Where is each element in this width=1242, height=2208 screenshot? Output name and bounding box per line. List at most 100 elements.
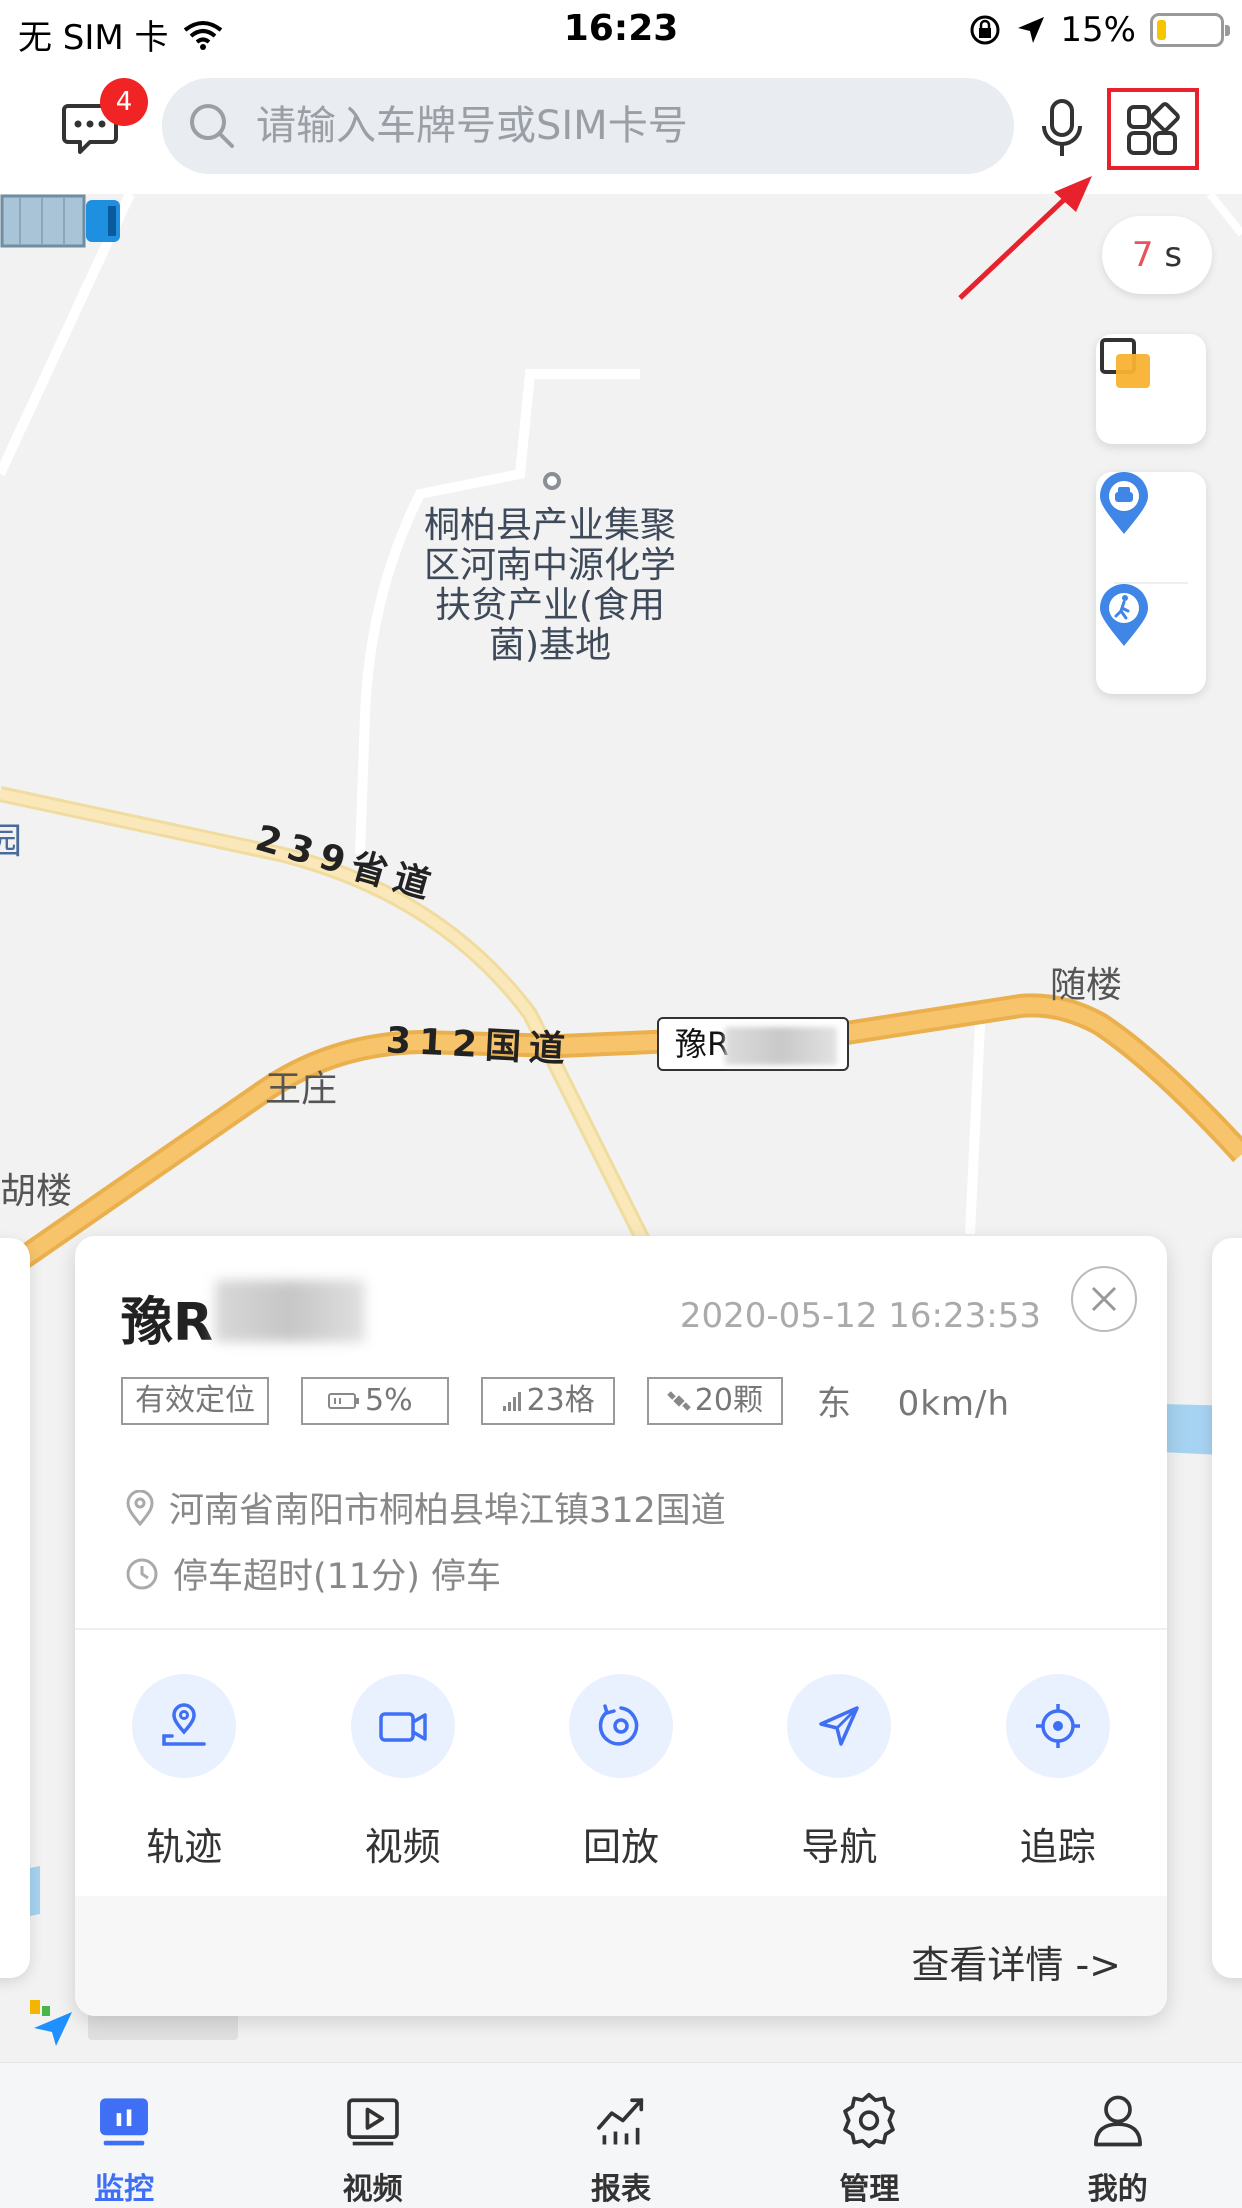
parking-status-row: 停车超时(11分) 停车	[125, 1548, 501, 1599]
search-icon	[190, 104, 234, 148]
place-label-wangzhuang: 王庄	[265, 1069, 338, 1110]
annotation-arrow	[958, 176, 1092, 300]
signal-bars-icon	[502, 1391, 521, 1411]
layers-icon	[1100, 338, 1150, 388]
tab-monitor[interactable]: 监控	[0, 2063, 248, 2208]
tab-video-label: 视频	[342, 2172, 403, 2207]
tab-manage-label: 管理	[839, 2172, 900, 2207]
clock-icon	[126, 1558, 158, 1589]
microphone-icon	[1042, 99, 1082, 156]
user-icon	[1093, 2095, 1142, 2147]
location-arrow-icon	[1018, 17, 1045, 43]
card-divider	[75, 1628, 1167, 1630]
place-label-edge: 园	[0, 821, 23, 862]
action-video-label: 视频	[364, 1825, 441, 1869]
bottom-tab-bar: 监控 视频 报表 管理 我的	[0, 2062, 1242, 2208]
tab-mine-label: 我的	[1087, 2172, 1148, 2207]
video-play-icon	[346, 2098, 399, 2146]
orientation-lock-icon	[970, 15, 1000, 45]
satellite-tag-value: 20颗	[694, 1382, 763, 1418]
battery-tag: 5%	[301, 1376, 449, 1425]
vehicle-plate-tag-text: 豫R	[675, 1025, 730, 1063]
action-video[interactable]: 视频	[293, 1674, 511, 1871]
car-location-pin-icon	[1100, 472, 1148, 534]
action-navigate-label: 导航	[801, 1825, 878, 1869]
positioning-tag-label: 有效定位	[135, 1382, 255, 1418]
tab-manage[interactable]: 管理	[745, 2063, 993, 2208]
video-camera-icon	[350, 1674, 455, 1778]
satellite-icon	[667, 1390, 691, 1411]
vehicle-address: 河南省南阳市桐柏县埠江镇312国道	[169, 1491, 726, 1531]
next-vehicle-card[interactable]	[1212, 1238, 1242, 1978]
navigation-icon	[787, 1674, 892, 1778]
vehicle-plate-tag[interactable]: 豫R	[657, 1017, 849, 1071]
tab-video[interactable]: 视频	[248, 2063, 496, 2208]
road-label-312: 312国道	[384, 1020, 574, 1071]
view-details-link[interactable]: 查看详情 ->	[911, 1934, 1121, 1989]
tab-mine[interactable]: 我的	[994, 2063, 1242, 2208]
battery-percent: 15%	[1060, 10, 1136, 50]
current-speed: 0km/h	[897, 1384, 1011, 1424]
plate-obscured	[215, 1280, 365, 1342]
report-chart-icon	[597, 2098, 644, 2145]
refresh-timer-unit: s	[1164, 235, 1183, 275]
action-tracking[interactable]: 追踪	[949, 1674, 1167, 1871]
refresh-timer-value: 7	[1131, 235, 1154, 275]
settings-gear-icon	[843, 2092, 896, 2149]
search-input[interactable]	[256, 103, 976, 149]
signal-tag: 23格	[480, 1376, 615, 1425]
refresh-timer: 7 s	[1102, 216, 1212, 294]
action-track[interactable]: 轨迹	[75, 1674, 293, 1871]
parking-status: 停车超时(11分) 停车	[173, 1557, 501, 1597]
message-count-badge: 4	[100, 78, 148, 126]
action-row: 轨迹 视频 回放 导航 追踪	[75, 1674, 1167, 1871]
place-label-suilou: 随楼	[1050, 965, 1123, 1006]
action-tracking-label: 追踪	[1019, 1825, 1096, 1869]
battery-icon	[1150, 13, 1230, 47]
status-tags: 有效定位 5% 23格 20颗 东 0km/h	[121, 1376, 1010, 1425]
action-navigate[interactable]: 导航	[730, 1674, 948, 1871]
truck-marker-icon[interactable]	[0, 194, 122, 248]
place-label-hulou: 胡楼	[0, 1171, 73, 1212]
locate-vehicle-button[interactable]	[1096, 472, 1206, 582]
last-update-time: 2020-05-12 16:23:53	[679, 1296, 1041, 1336]
battery-level	[1157, 20, 1166, 40]
address-row: 河南省南阳市桐柏县埠江镇312国道	[125, 1482, 726, 1533]
action-replay[interactable]: 回放	[512, 1674, 730, 1871]
voice-input-button[interactable]	[1038, 98, 1086, 160]
locate-button-group	[1096, 472, 1206, 694]
location-pin-icon	[126, 1489, 154, 1526]
locate-me-button[interactable]	[1096, 584, 1206, 694]
signal-tag-value: 23格	[526, 1382, 595, 1418]
status-bar: 无 SIM 卡 16:23 15%	[0, 0, 1242, 62]
detail-bar: 查看详情 ->	[75, 1896, 1167, 2016]
prev-vehicle-card[interactable]	[0, 1238, 30, 1978]
close-card-button[interactable]	[1071, 1266, 1137, 1332]
action-track-label: 轨迹	[146, 1825, 223, 1869]
person-location-pin-icon	[1100, 584, 1148, 646]
monitor-icon	[100, 2098, 149, 2146]
action-replay-label: 回放	[582, 1825, 659, 1869]
search-bar[interactable]	[162, 78, 1014, 174]
battery-tag-value: 5%	[365, 1382, 413, 1418]
status-right: 15%	[968, 10, 1230, 50]
map-layer-button[interactable]	[1096, 334, 1206, 444]
apps-grid-icon	[1127, 102, 1180, 155]
poi-marker[interactable]	[543, 472, 561, 490]
replay-icon	[568, 1674, 673, 1778]
tab-report-label: 报表	[590, 2172, 651, 2207]
plate-obscured	[725, 1027, 837, 1065]
heading-direction: 东	[816, 1384, 852, 1424]
heading-speed: 东 0km/h	[817, 1376, 1010, 1425]
battery-small-icon	[328, 1392, 359, 1409]
tab-report[interactable]: 报表	[497, 2063, 745, 2208]
apps-menu-button[interactable]	[1107, 88, 1199, 170]
poi-label[interactable]: 桐柏县产业集聚区河南中源化学扶贫产业(食用菌)基地	[410, 506, 690, 666]
satellite-tag: 20颗	[646, 1376, 783, 1425]
positioning-tag: 有效定位	[121, 1376, 269, 1425]
tab-monitor-label: 监控	[94, 2172, 155, 2207]
close-icon	[1091, 1286, 1117, 1312]
tracking-icon	[1005, 1674, 1110, 1778]
track-icon	[132, 1674, 237, 1778]
vehicle-plate: 豫R	[121, 1293, 214, 1353]
